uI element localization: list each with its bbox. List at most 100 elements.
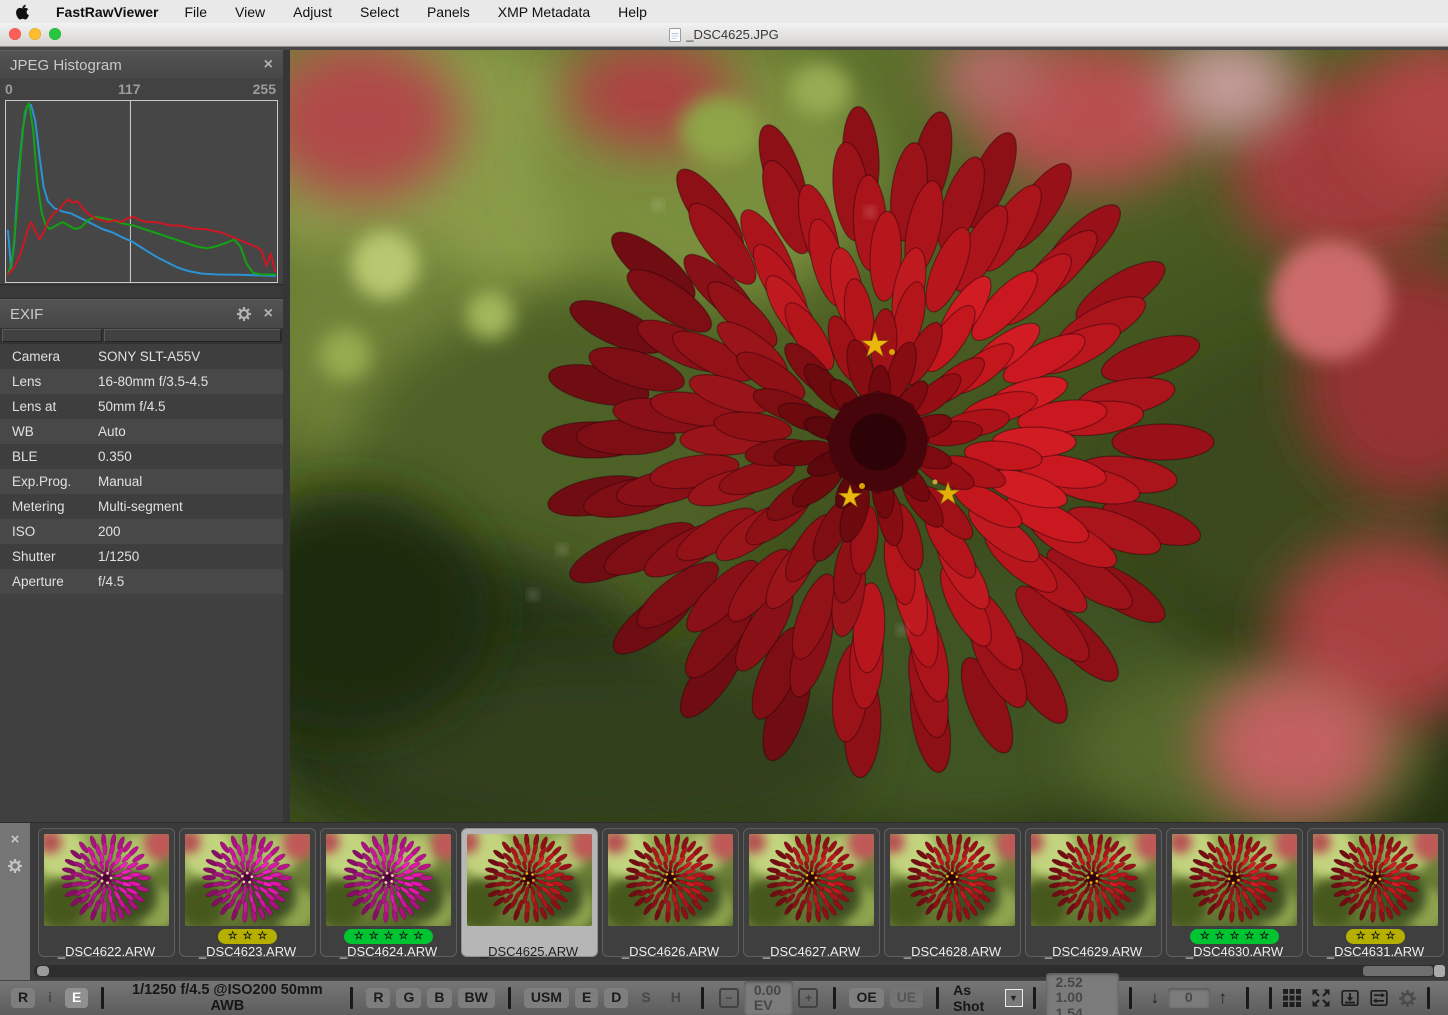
status-bar: R i E 1/1250 f/4.5 @ISO200 50mm AWB R G … — [0, 980, 1448, 1015]
exif-value: 1/1250 — [98, 549, 283, 564]
exif-label: Exp.Prog. — [0, 474, 98, 489]
grid-view-icon[interactable] — [1282, 988, 1302, 1008]
exif-close-icon[interactable]: × — [264, 306, 273, 322]
rating-up-arrow[interactable]: ↑ — [1219, 988, 1228, 1008]
filmstrip-close-icon[interactable]: × — [11, 832, 20, 847]
thumbnail-image[interactable] — [608, 834, 733, 926]
histogram-plot — [5, 100, 278, 283]
raw-toggle-button[interactable]: R — [11, 988, 35, 1007]
exif-value: Auto — [98, 424, 283, 439]
thumbnail-image[interactable] — [185, 834, 310, 926]
exif-toggle-button[interactable]: E — [65, 988, 88, 1007]
filmstrip-card[interactable]: _DSC4622.ARW — [38, 828, 175, 957]
panel-splitter[interactable] — [0, 284, 283, 299]
exif-column-header-value[interactable] — [104, 329, 281, 342]
menu-item-panels[interactable]: Panels — [427, 4, 470, 20]
thumbnail-image[interactable] — [1031, 834, 1156, 926]
zoom-window-button[interactable] — [49, 28, 61, 40]
bw-channel-button[interactable]: BW — [458, 988, 495, 1007]
rating-badge: ☆☆☆☆☆ — [1190, 929, 1279, 944]
ev-minus-button[interactable]: − — [719, 988, 739, 1008]
overexposure-toggle[interactable]: OE — [849, 988, 883, 1007]
exif-panel-header: EXIF × — [0, 299, 283, 328]
exif-row: MeteringMulti-segment — [0, 494, 283, 519]
rating-badge: ☆☆☆ — [218, 929, 278, 944]
star-icon: ☆ — [1259, 931, 1269, 942]
thumbnail-image[interactable] — [326, 834, 451, 926]
menu-item-view[interactable]: View — [235, 4, 265, 20]
main-photo — [290, 50, 1448, 822]
filmstrip-card[interactable]: ☆☆☆☆☆_DSC4624.ARW — [320, 828, 457, 957]
exif-settings-gear-icon[interactable] — [236, 306, 252, 322]
thumbnail-image[interactable] — [467, 834, 592, 926]
exif-value: Multi-segment — [98, 499, 283, 514]
sharpen-d-button[interactable]: D — [604, 988, 628, 1007]
thumbnail-image[interactable] — [44, 834, 169, 926]
exposure-summary: 1/1250 f/4.5 @ISO200 50mm AWB — [114, 982, 340, 1014]
usm-button[interactable]: USM — [524, 988, 569, 1007]
blue-channel-button[interactable]: B — [427, 988, 451, 1007]
underexposure-toggle[interactable]: UE — [890, 988, 923, 1007]
apple-menu[interactable] — [16, 4, 30, 20]
filmstrip-scrollbar — [30, 962, 1448, 981]
star-icon: ☆ — [354, 931, 364, 942]
thumbnail-image[interactable] — [1172, 834, 1297, 926]
filmstrip-card[interactable]: _DSC4627.ARW — [743, 828, 880, 957]
green-channel-button[interactable]: G — [396, 988, 421, 1007]
histogram-close-icon[interactable]: × — [264, 57, 273, 73]
close-window-button[interactable] — [9, 28, 21, 40]
menu-item-file[interactable]: File — [184, 4, 207, 20]
thumbnail-image[interactable] — [749, 834, 874, 926]
menu-item-adjust[interactable]: Adjust — [293, 4, 332, 20]
filmstrip-card[interactable]: ☆☆☆_DSC4631.ARW — [1307, 828, 1444, 957]
thumbnail-filename: _DSC4627.ARW — [763, 945, 860, 958]
title-bar[interactable]: _DSC4625.JPG — [0, 23, 1448, 47]
filmstrip-card[interactable]: _DSC4625.ARW — [461, 828, 598, 957]
menu-item-xmp-metadata[interactable]: XMP Metadata — [498, 4, 590, 20]
sharpen-e-button[interactable]: E — [575, 988, 598, 1007]
exif-value: f/4.5 — [98, 574, 283, 589]
scrollbar-right-segment[interactable] — [1363, 966, 1433, 976]
filmstrip-card[interactable]: _DSC4629.ARW — [1025, 828, 1162, 957]
external-editor-icon[interactable] — [1369, 988, 1389, 1008]
rating-down-arrow[interactable]: ↓ — [1151, 988, 1160, 1008]
filmstrip-settings-gear-icon[interactable] — [7, 858, 23, 874]
white-balance-dropdown[interactable]: ▼ — [1005, 989, 1023, 1007]
wb-multipliers: 2.52 1.00 1.54 — [1046, 973, 1119, 1015]
thumbnail-image[interactable] — [890, 834, 1015, 926]
thumbnail-image[interactable] — [1313, 834, 1438, 926]
settings-gear-icon[interactable] — [1398, 989, 1417, 1008]
red-channel-button[interactable]: R — [366, 988, 390, 1007]
histogram-axis-labels: 0 117 255 — [0, 79, 283, 100]
exif-column-header-label[interactable] — [2, 329, 102, 342]
fullscreen-icon[interactable] — [1311, 988, 1331, 1008]
exif-label: Lens at — [0, 399, 98, 414]
axis-label-0: 0 — [5, 81, 13, 97]
app-name[interactable]: FastRawViewer — [56, 4, 158, 20]
exif-label: Camera — [0, 349, 98, 364]
exif-row: ISO200 — [0, 519, 283, 544]
filmstrip-card[interactable]: _DSC4628.ARW — [884, 828, 1021, 957]
minimize-window-button[interactable] — [29, 28, 41, 40]
shadow-boost-button[interactable]: S — [634, 988, 657, 1007]
menu-item-help[interactable]: Help — [618, 4, 647, 20]
export-icon[interactable] — [1340, 988, 1360, 1008]
exif-row: WBAuto — [0, 419, 283, 444]
ev-plus-button[interactable]: + — [798, 988, 818, 1008]
histogram-panel-title: JPEG Histogram — [10, 57, 252, 74]
info-toggle-button[interactable]: i — [41, 988, 59, 1007]
exif-value: 16-80mm f/3.5-4.5 — [98, 374, 283, 389]
scrollbar-right-grip[interactable] — [1434, 965, 1445, 977]
scrollbar-thumb[interactable] — [37, 966, 49, 976]
exif-row: CameraSONY SLT-A55V — [0, 344, 283, 369]
image-viewer[interactable] — [290, 50, 1448, 822]
star-icon: ☆ — [1385, 931, 1395, 942]
scrollbar-track[interactable] — [34, 965, 1445, 977]
menu-item-select[interactable]: Select — [360, 4, 399, 20]
highlight-boost-button[interactable]: H — [664, 988, 688, 1007]
thumbnail-filename: _DSC4625.ARW — [481, 945, 578, 958]
star-icon: ☆ — [413, 931, 423, 942]
filmstrip-card[interactable]: _DSC4626.ARW — [602, 828, 739, 957]
filmstrip-card[interactable]: ☆☆☆_DSC4623.ARW — [179, 828, 316, 957]
filmstrip-card[interactable]: ☆☆☆☆☆_DSC4630.ARW — [1166, 828, 1303, 957]
